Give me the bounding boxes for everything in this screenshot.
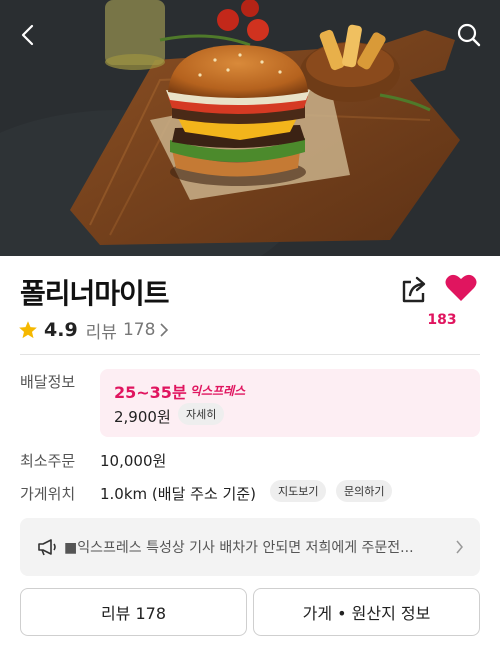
delivery-time: 25~35분 — [114, 383, 187, 402]
chevron-right-icon — [160, 323, 169, 337]
review-link[interactable]: 리뷰 178 — [86, 318, 170, 343]
store-distance: 1.0km (배달 주소 기준) — [100, 485, 256, 503]
delivery-fee: 2,900원 — [114, 408, 171, 426]
search-icon — [457, 23, 481, 47]
share-button[interactable] — [398, 274, 432, 308]
rating-value: 4.9 — [44, 319, 78, 341]
review-label: 리뷰 — [85, 322, 117, 343]
back-button[interactable] — [12, 18, 46, 52]
express-tag: 익스프레스 — [190, 384, 246, 398]
rating-row: 4.9 리뷰 178 — [18, 318, 170, 343]
notice-text: ■익스프레스 특성상 기사 배차가 안되면 저희에게 주문전... — [64, 540, 414, 556]
search-button[interactable] — [452, 18, 486, 52]
map-view-button[interactable]: 지도보기 — [270, 480, 327, 502]
delivery-info-label: 배달정보 — [20, 373, 76, 391]
back-arrow-icon — [21, 24, 34, 46]
store-location-label: 가게위치 — [20, 485, 76, 503]
min-order-value: 10,000원 — [100, 452, 167, 470]
min-order-label: 최소주문 — [20, 452, 76, 470]
like-button[interactable] — [444, 272, 478, 306]
delivery-info-box: 25~35분 익스프레스 2,900원 자세히 — [100, 369, 480, 437]
burger-photo — [0, 0, 500, 256]
like-count: 183 — [427, 312, 457, 328]
delivery-detail-button[interactable]: 자세히 — [178, 403, 225, 425]
divider — [20, 354, 480, 355]
star-icon — [19, 321, 37, 339]
megaphone-icon — [38, 539, 56, 556]
share-icon — [402, 276, 426, 303]
review-count: 178 — [122, 320, 156, 340]
chevron-right-icon — [456, 540, 463, 554]
store-header: 폴리너마이트 — [20, 272, 480, 312]
store-name: 폴리너마이트 — [20, 277, 170, 310]
notice-banner[interactable]: ■익스프레스 특성상 기사 배차가 안되면 저희에게 주문전... — [20, 518, 480, 576]
heart-icon — [445, 274, 477, 301]
tab-reviews[interactable]: 리뷰 178 — [20, 588, 247, 636]
inquiry-button[interactable]: 문의하기 — [336, 480, 393, 502]
tab-store-info[interactable]: 가게 • 원산지 정보 — [253, 588, 480, 636]
hero-photo — [0, 0, 500, 256]
